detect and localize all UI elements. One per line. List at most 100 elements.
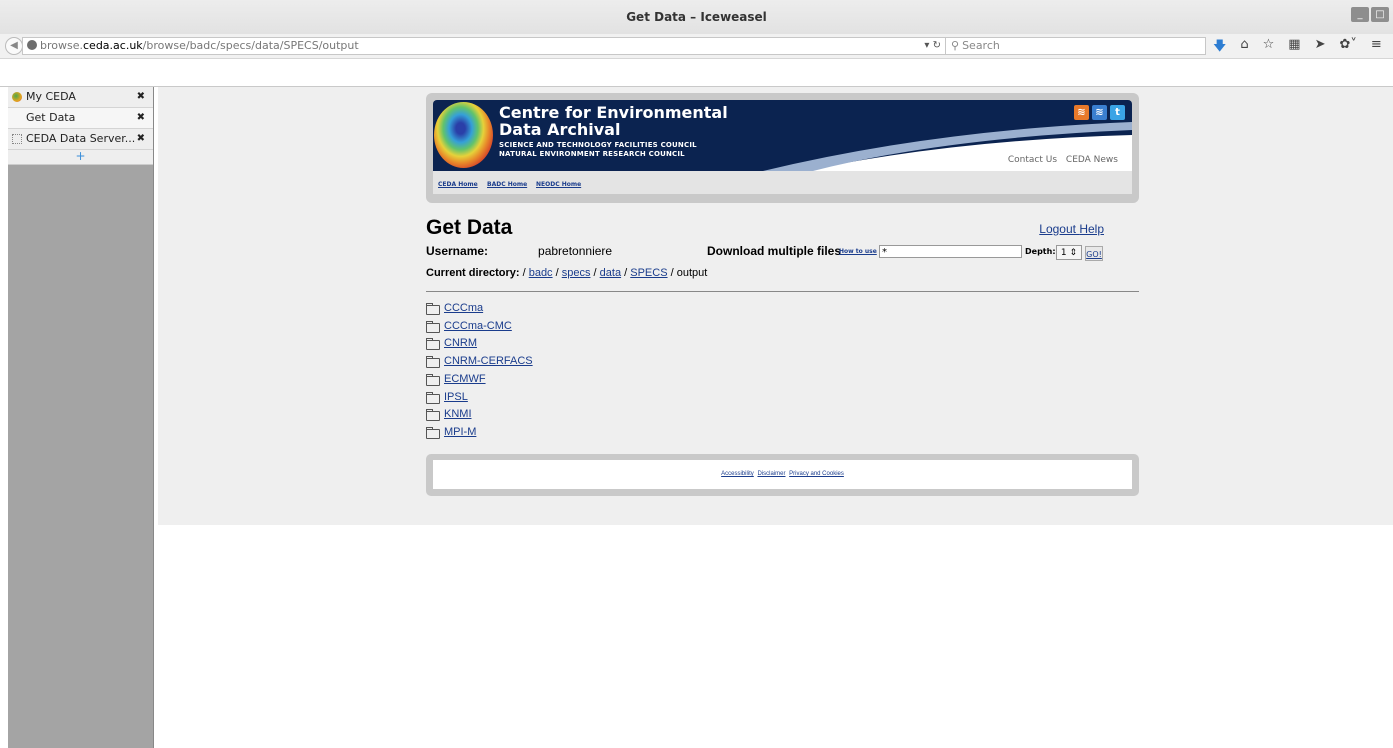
username-value: pabretonniere — [538, 244, 613, 258]
site-footer: Accessibility Disclaimer Privacy and Coo… — [426, 454, 1139, 496]
bookmarks-bar — [0, 59, 1393, 87]
folder-icon — [426, 427, 440, 440]
site-identity-icon[interactable] — [27, 40, 37, 50]
rss-icon[interactable]: ≋ — [1074, 105, 1089, 120]
accessibility-link[interactable]: Accessibility — [721, 471, 754, 477]
window-titlebar: Get Data – Iceweasel _ □ — [0, 0, 1393, 34]
url-prefix: browse. — [40, 39, 83, 52]
folder-icon — [426, 391, 440, 404]
site-subtitle-line1: SCIENCE AND TECHNOLOGY FACILITIES COUNCI… — [499, 141, 697, 149]
send-icon[interactable]: ➤ — [1315, 37, 1326, 59]
help-link[interactable]: Help — [1079, 222, 1104, 236]
list-item[interactable]: IPSL — [426, 388, 533, 406]
new-tab-button[interactable]: + — [8, 150, 153, 165]
folder-link[interactable]: ECMWF — [444, 373, 486, 385]
depth-stepper[interactable]: 1 ⇕ — [1056, 245, 1082, 260]
privacy-cookies-link[interactable]: Privacy and Cookies — [789, 471, 844, 477]
url-domain: ceda.ac.uk — [83, 39, 143, 52]
tab-get-data[interactable]: Get Data ✖ — [8, 108, 153, 129]
folder-link[interactable]: MPI-M — [444, 426, 476, 438]
list-item[interactable]: KNMI — [426, 406, 533, 424]
folder-icon — [426, 302, 440, 315]
reload-icon[interactable]: ▾ ↻ — [924, 38, 941, 54]
bookmark-star-icon[interactable]: ☆ — [1263, 37, 1275, 59]
site-subtitle: SCIENCE AND TECHNOLOGY FACILITIES COUNCI… — [499, 141, 697, 159]
logout-link[interactable]: Logout — [1039, 222, 1076, 236]
site-title-line2: Data Archival — [499, 120, 621, 139]
how-to-use-link[interactable]: How to use — [839, 248, 877, 255]
breadcrumb-specs[interactable]: specs — [562, 267, 591, 279]
go-button[interactable]: GO! — [1085, 246, 1103, 261]
tab-label: My CEDA — [26, 90, 76, 103]
tab-ceda-data-server[interactable]: CEDA Data Server... ✖ — [8, 129, 153, 150]
breadcrumb-badc[interactable]: badc — [529, 267, 553, 279]
site-nav: CEDA Home BADC Home NEODC Home — [433, 171, 1132, 194]
ceda-globe-logo[interactable] — [434, 102, 493, 168]
username-row: Username: pabretonniere — [426, 244, 612, 258]
close-icon[interactable]: ✖ — [137, 129, 145, 149]
minimize-button[interactable]: _ — [1351, 7, 1369, 22]
twitter-icon[interactable]: t — [1110, 105, 1125, 120]
folder-link[interactable]: CNRM — [444, 337, 477, 349]
depth-label: Depth: — [1025, 247, 1056, 256]
neodc-home-link[interactable]: NEODC Home — [536, 181, 581, 188]
ceda-logo-icon — [12, 92, 22, 102]
menu-icon[interactable]: ≡ — [1371, 37, 1382, 59]
rss-feed-icon[interactable]: ≋ — [1092, 105, 1107, 120]
navigation-toolbar: ◀ browse.ceda.ac.uk/browse/badc/specs/da… — [0, 34, 1393, 59]
site-title: Centre for Environmental Data Archival — [499, 104, 728, 138]
folder-icon — [426, 356, 440, 369]
search-icon: ⚲ — [951, 39, 960, 52]
folder-link[interactable]: CCCma-CMC — [444, 320, 512, 332]
folder-icon — [426, 320, 440, 333]
folder-link[interactable]: IPSL — [444, 391, 468, 403]
social-links: ≋ ≋ t — [1074, 105, 1125, 120]
breadcrumb-data[interactable]: data — [600, 267, 621, 279]
folder-link[interactable]: KNMI — [444, 408, 472, 420]
page-icon — [12, 134, 22, 144]
list-item[interactable]: ECMWF — [426, 370, 533, 388]
download-multiple-label: Download multiple files — [707, 244, 842, 258]
list-item[interactable]: CNRM — [426, 335, 533, 353]
breadcrumb-specs-upper[interactable]: SPECS — [630, 267, 667, 279]
current-directory-label: Current directory: — [426, 267, 520, 279]
site-title-line1: Centre for Environmental — [499, 103, 728, 122]
maximize-button[interactable]: □ — [1371, 7, 1389, 22]
close-icon[interactable]: ✖ — [137, 108, 145, 128]
list-item[interactable]: CCCma — [426, 299, 533, 317]
list-item[interactable]: CCCma-CMC — [426, 317, 533, 335]
home-icon[interactable]: ⌂ — [1240, 37, 1248, 59]
ceda-news-link[interactable]: CEDA News — [1066, 155, 1118, 165]
breadcrumb-current: output — [676, 267, 708, 279]
contact-us-link[interactable]: Contact Us — [1008, 155, 1057, 165]
folder-icon — [426, 373, 440, 386]
list-item[interactable]: CNRM-CERFACS — [426, 352, 533, 370]
window-title: Get Data – Iceweasel — [626, 10, 767, 24]
reader-icon[interactable]: ▦ — [1288, 37, 1300, 59]
list-item[interactable]: MPI-M — [426, 423, 533, 441]
divider — [426, 291, 1139, 292]
folder-link[interactable]: CNRM-CERFACS — [444, 355, 533, 367]
username-label: Username: — [426, 244, 489, 258]
folder-icon — [426, 409, 440, 422]
badc-home-link[interactable]: BADC Home — [487, 181, 527, 188]
site-subtitle-line2: NATURAL ENVIRONMENT RESEARCH COUNCIL — [499, 150, 685, 158]
search-input[interactable]: ⚲ Search — [945, 37, 1206, 55]
tab-label: Get Data — [26, 111, 76, 124]
tab-my-ceda[interactable]: My CEDA ✖ — [8, 87, 153, 108]
file-pattern-input[interactable]: * — [879, 245, 1022, 258]
folder-link[interactable]: CCCma — [444, 302, 483, 314]
directory-list: CCCma CCCma-CMC CNRM CNRM-CERFACS ECMWF … — [426, 299, 533, 441]
back-button[interactable]: ◀ — [5, 37, 23, 55]
page-title: Get Data — [426, 216, 513, 239]
extensions-icon[interactable]: ✿˅ — [1340, 37, 1357, 59]
breadcrumb: Current directory: / badc / specs / data… — [426, 267, 708, 279]
disclaimer-link[interactable]: Disclaimer — [757, 471, 785, 477]
close-icon[interactable]: ✖ — [137, 87, 145, 107]
tab-sidebar: My CEDA ✖ Get Data ✖ CEDA Data Server...… — [8, 87, 154, 748]
depth-value: 1 — [1060, 248, 1067, 258]
ceda-home-link[interactable]: CEDA Home — [438, 181, 478, 188]
folder-icon — [426, 338, 440, 351]
download-icon[interactable]: 🡇 — [1213, 37, 1226, 59]
url-bar[interactable]: browse.ceda.ac.uk/browse/badc/specs/data… — [22, 37, 946, 55]
